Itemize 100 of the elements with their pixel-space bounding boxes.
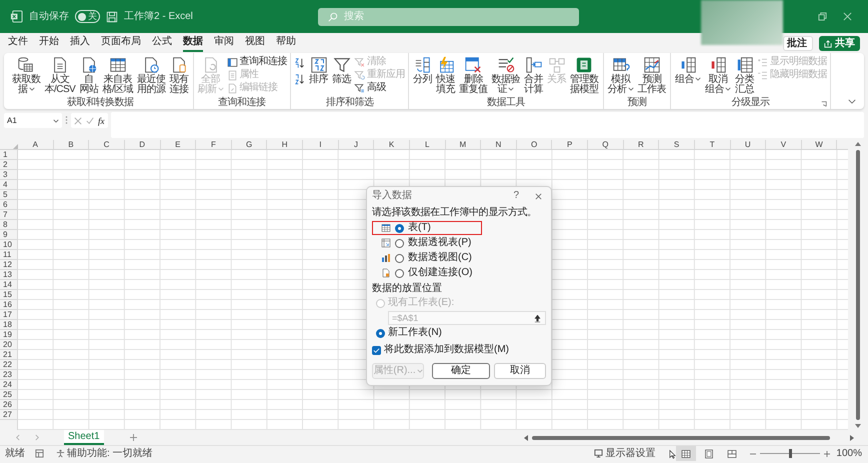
ribbon-button[interactable]: 数据验 证	[490, 56, 522, 95]
row-header[interactable]: 5	[0, 190, 17, 200]
row-header[interactable]: 6	[0, 200, 17, 210]
comments-button[interactable]: 批注	[783, 36, 813, 51]
row-header[interactable]: 8	[0, 220, 17, 230]
row-header[interactable]: 13	[0, 270, 17, 280]
accessibility-status[interactable]: 辅助功能: 一切就绪	[67, 446, 153, 461]
column-header[interactable]: P	[552, 140, 588, 149]
ribbon-button[interactable]: 取消 组合	[704, 56, 732, 95]
row-header[interactable]: 14	[0, 280, 17, 290]
cancel-icon[interactable]	[74, 116, 82, 124]
column-header[interactable]: V	[766, 140, 802, 149]
column-header[interactable]: I	[303, 140, 339, 149]
scroll-down-icon[interactable]	[855, 424, 861, 428]
row-header[interactable]: 18	[0, 320, 17, 330]
ribbon-button[interactable]: 来自表 格/区域	[101, 56, 134, 95]
sheet-tab[interactable]: Sheet1	[64, 430, 104, 445]
radio-button[interactable]	[395, 238, 404, 248]
ribbon-button[interactable]: 从文 本/CSV	[44, 56, 76, 95]
scroll-left-icon[interactable]	[524, 434, 528, 440]
row-header[interactable]: 22	[0, 360, 17, 370]
row-header[interactable]: 15	[0, 290, 17, 300]
horizontal-scrollbar[interactable]	[524, 434, 854, 440]
row-header[interactable]: 7	[0, 210, 17, 220]
view-option[interactable]: 数据透视表(P)	[372, 236, 482, 250]
sort-button[interactable]	[294, 73, 306, 85]
ribbon-small-button[interactable]: 查询和连接	[226, 56, 288, 68]
radio-button[interactable]	[376, 328, 385, 338]
ribbon-button[interactable]: 分类 汇总	[734, 56, 756, 95]
column-header[interactable]: W	[802, 140, 838, 149]
ribbon-small-button[interactable]: 高级	[354, 82, 406, 94]
ribbon-button[interactable]: 自 网站	[78, 56, 100, 95]
column-header[interactable]: C	[89, 140, 125, 149]
column-header[interactable]: S	[659, 140, 695, 149]
name-box[interactable]: A1	[4, 113, 62, 128]
accessibility-icon[interactable]	[56, 449, 65, 458]
restore-icon[interactable]	[818, 12, 827, 21]
ribbon-button[interactable]: 管理数 据模型	[569, 56, 600, 95]
scroll-thumb[interactable]	[856, 150, 860, 420]
ribbon-button[interactable]: 分列	[412, 56, 434, 85]
formula-input[interactable]	[110, 112, 864, 138]
row-header[interactable]: 23	[0, 370, 17, 380]
ribbon-button[interactable]: 预测 工作表	[636, 56, 668, 95]
dialog-button[interactable]: 确定	[432, 363, 490, 379]
column-header[interactable]: J	[338, 140, 374, 149]
column-header[interactable]: H	[267, 140, 303, 149]
row-header[interactable]: 24	[0, 380, 17, 390]
scroll-thumb[interactable]	[532, 436, 830, 440]
ribbon-tab[interactable]: 开始	[39, 35, 59, 52]
dialog-launcher-icon[interactable]	[821, 101, 828, 107]
close-icon[interactable]	[843, 12, 852, 21]
ribbon-button[interactable]: 获取数 据	[11, 56, 42, 95]
row-header[interactable]: 27	[0, 410, 17, 420]
collapse-ribbon-icon[interactable]	[848, 99, 856, 104]
row-header[interactable]: 19	[0, 330, 17, 340]
row-header[interactable]: 9	[0, 230, 17, 240]
insert-function-button[interactable]: fx	[98, 116, 104, 126]
column-header[interactable]: O	[516, 140, 552, 149]
ribbon-tab[interactable]: 公式	[152, 35, 172, 52]
column-header[interactable]: Q	[588, 140, 624, 149]
ribbon-button[interactable]: 筛选	[331, 56, 352, 85]
zoom-level[interactable]: 100%	[836, 446, 862, 461]
column-header[interactable]: B	[54, 140, 90, 149]
share-button[interactable]: 共享	[819, 36, 860, 51]
scroll-right-icon[interactable]	[850, 434, 854, 440]
ribbon-tab[interactable]: 插入	[70, 35, 90, 52]
close-icon[interactable]	[535, 192, 542, 200]
column-header[interactable]: A	[18, 140, 54, 149]
zoom-out-icon[interactable]	[750, 450, 756, 456]
search-field[interactable]: 搜索	[318, 8, 579, 26]
column-header[interactable]: L	[410, 140, 446, 149]
view-option[interactable]: 数据透视图(C)	[372, 251, 482, 265]
ribbon-tab[interactable]: 帮助	[276, 35, 296, 52]
scroll-up-icon[interactable]	[855, 142, 861, 146]
zoom-slider[interactable]	[760, 449, 820, 458]
radio-button[interactable]	[395, 268, 404, 278]
zoom-in-icon[interactable]	[824, 450, 830, 456]
column-header[interactable]: U	[730, 140, 766, 149]
ribbon-tab[interactable]: 页面布局	[101, 35, 141, 52]
workbook-icon[interactable]	[10, 10, 23, 23]
column-header[interactable]: F	[196, 140, 232, 149]
add-sheet-icon[interactable]	[130, 434, 137, 441]
column-header[interactable]: T	[694, 140, 730, 149]
ribbon-button[interactable]: 组合	[674, 56, 702, 85]
ribbon-tab[interactable]: 视图	[245, 35, 265, 52]
column-header[interactable]: M	[446, 140, 482, 149]
row-header[interactable]: 4	[0, 180, 17, 190]
ribbon-tab[interactable]: 审阅	[214, 35, 234, 52]
ribbon-button[interactable]: 合并 计算	[523, 56, 544, 95]
view-option[interactable]: 仅创建连接(O)	[372, 266, 482, 280]
row-header[interactable]: 12	[0, 260, 17, 270]
row-header[interactable]: 25	[0, 390, 17, 400]
row-header[interactable]: 10	[0, 240, 17, 250]
row-header[interactable]: 3	[0, 170, 17, 180]
macro-icon[interactable]	[35, 449, 44, 458]
sort-button[interactable]	[294, 57, 306, 69]
radio-button[interactable]	[395, 224, 404, 232]
view-option[interactable]: 表(T)	[372, 221, 482, 235]
row-header[interactable]: 17	[0, 310, 17, 320]
column-header[interactable]: R	[624, 140, 660, 149]
